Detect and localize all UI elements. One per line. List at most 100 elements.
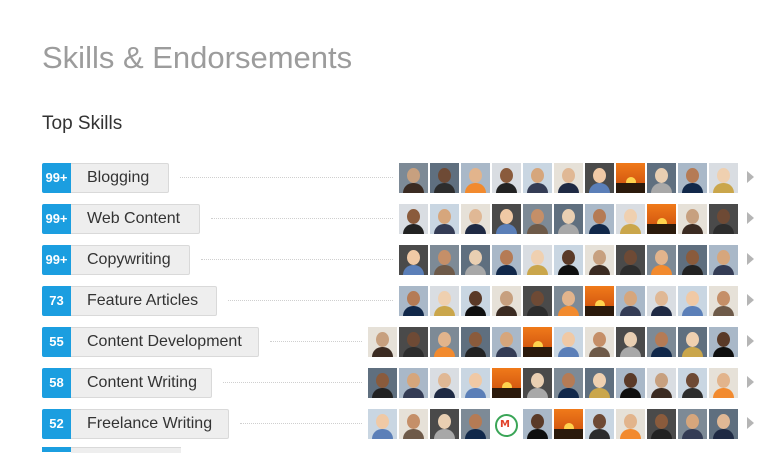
endorser-avatar[interactable] xyxy=(709,245,738,275)
endorser-avatar[interactable] xyxy=(678,245,707,275)
endorser-avatar[interactable] xyxy=(461,286,490,316)
endorsement-count-badge[interactable]: 99+ xyxy=(42,245,71,275)
endorser-avatar[interactable] xyxy=(647,368,676,398)
endorser-avatar[interactable] xyxy=(554,286,583,316)
endorser-avatar[interactable] xyxy=(616,245,645,275)
endorser-avatar[interactable] xyxy=(678,409,707,439)
endorser-avatar[interactable] xyxy=(709,327,738,357)
endorser-avatar[interactable] xyxy=(616,327,645,357)
endorser-avatar[interactable] xyxy=(492,245,521,275)
endorser-avatar[interactable] xyxy=(461,245,490,275)
endorser-avatar[interactable] xyxy=(585,245,614,275)
endorser-avatar[interactable] xyxy=(678,204,707,234)
endorser-avatar[interactable] xyxy=(554,409,583,439)
endorser-avatar[interactable] xyxy=(399,204,428,234)
endorser-avatar[interactable] xyxy=(616,163,645,193)
endorser-avatar[interactable] xyxy=(492,163,521,193)
endorser-avatar[interactable] xyxy=(430,286,459,316)
endorser-avatar[interactable] xyxy=(399,368,428,398)
endorser-avatar[interactable] xyxy=(430,409,459,439)
endorser-avatar[interactable] xyxy=(492,327,521,357)
endorsement-count-badge[interactable]: 99+ xyxy=(42,163,71,193)
endorser-avatar[interactable] xyxy=(585,409,614,439)
endorser-avatar[interactable] xyxy=(461,409,490,439)
endorser-avatar[interactable] xyxy=(709,204,738,234)
endorser-avatar[interactable] xyxy=(616,286,645,316)
endorser-avatar[interactable] xyxy=(461,368,490,398)
endorser-avatar[interactable] xyxy=(585,368,614,398)
chevron-right-icon[interactable] xyxy=(747,171,754,183)
skill-row[interactable]: 99+ Blogging xyxy=(42,163,754,193)
endorser-avatar[interactable] xyxy=(399,163,428,193)
endorser-avatar[interactable] xyxy=(554,204,583,234)
skill-row[interactable]: 73 Feature Articles xyxy=(42,286,754,316)
chevron-right-icon[interactable] xyxy=(747,294,754,306)
endorser-avatar[interactable] xyxy=(585,327,614,357)
endorser-avatar[interactable] xyxy=(616,409,645,439)
endorser-avatar[interactable] xyxy=(678,286,707,316)
endorser-avatar[interactable] xyxy=(430,204,459,234)
chevron-right-icon[interactable] xyxy=(747,212,754,224)
endorser-avatar[interactable] xyxy=(430,327,459,357)
endorser-avatar[interactable] xyxy=(647,163,676,193)
endorser-avatar[interactable] xyxy=(399,286,428,316)
skill-name-pill[interactable]: Content Writing xyxy=(71,368,212,398)
endorser-avatar[interactable] xyxy=(399,409,428,439)
endorser-avatar[interactable] xyxy=(430,163,459,193)
endorser-avatar[interactable] xyxy=(523,327,552,357)
endorser-avatar[interactable] xyxy=(554,245,583,275)
endorser-avatar[interactable] xyxy=(585,286,614,316)
endorser-avatar[interactable] xyxy=(678,163,707,193)
endorser-avatar[interactable] xyxy=(523,368,552,398)
skill-row[interactable]: 55 Content Development xyxy=(42,327,754,357)
endorser-avatar[interactable] xyxy=(616,204,645,234)
skill-name-pill[interactable]: Freelance Writing xyxy=(71,409,229,439)
endorser-avatar[interactable] xyxy=(430,368,459,398)
endorser-avatar[interactable] xyxy=(368,327,397,357)
endorser-avatar[interactable] xyxy=(399,245,428,275)
endorser-avatar[interactable] xyxy=(585,163,614,193)
skill-name-pill[interactable]: Web Content xyxy=(71,204,200,234)
endorser-avatar[interactable] xyxy=(492,368,521,398)
endorser-avatar[interactable] xyxy=(647,245,676,275)
endorsement-count-badge[interactable]: 55 xyxy=(42,327,71,357)
endorser-avatar[interactable] xyxy=(647,327,676,357)
endorser-avatar[interactable] xyxy=(523,286,552,316)
skill-name-pill[interactable]: Feature Articles xyxy=(71,286,217,316)
skill-row[interactable]: 99+ Web Content xyxy=(42,204,754,234)
endorser-logo-avatar[interactable]: M xyxy=(492,409,521,439)
chevron-right-icon[interactable] xyxy=(747,417,754,429)
endorser-avatar[interactable] xyxy=(678,368,707,398)
endorsement-count-badge[interactable]: 52 xyxy=(42,409,71,439)
endorser-avatar[interactable] xyxy=(430,245,459,275)
endorser-avatar[interactable] xyxy=(554,163,583,193)
endorser-avatar[interactable] xyxy=(647,286,676,316)
endorser-avatar[interactable] xyxy=(554,327,583,357)
endorser-avatar[interactable] xyxy=(492,204,521,234)
endorser-avatar[interactable] xyxy=(585,204,614,234)
skill-row[interactable]: 52 Freelance Writing M xyxy=(42,409,754,439)
endorser-avatar[interactable] xyxy=(461,327,490,357)
endorser-avatar[interactable] xyxy=(492,286,521,316)
endorsement-count-badge[interactable]: 99+ xyxy=(42,204,71,234)
chevron-right-icon[interactable] xyxy=(747,253,754,265)
endorser-avatar[interactable] xyxy=(523,163,552,193)
endorser-avatar[interactable] xyxy=(368,409,397,439)
endorser-avatar[interactable] xyxy=(709,163,738,193)
endorser-avatar[interactable] xyxy=(709,368,738,398)
skill-name-pill[interactable]: Copywriting xyxy=(71,245,190,275)
endorser-avatar[interactable] xyxy=(678,327,707,357)
endorser-avatar[interactable] xyxy=(523,409,552,439)
endorser-avatar[interactable] xyxy=(523,204,552,234)
skill-row[interactable]: 99+ Copywriting xyxy=(42,245,754,275)
endorser-avatar[interactable] xyxy=(368,368,397,398)
endorsement-count-badge[interactable]: 58 xyxy=(42,368,71,398)
chevron-right-icon[interactable] xyxy=(747,376,754,388)
endorser-avatar[interactable] xyxy=(461,163,490,193)
endorser-avatar[interactable] xyxy=(709,409,738,439)
endorser-avatar[interactable] xyxy=(647,409,676,439)
endorser-avatar[interactable] xyxy=(399,327,428,357)
endorsement-count-badge[interactable]: 73 xyxy=(42,286,71,316)
endorser-avatar[interactable] xyxy=(554,368,583,398)
endorser-avatar[interactable] xyxy=(709,286,738,316)
